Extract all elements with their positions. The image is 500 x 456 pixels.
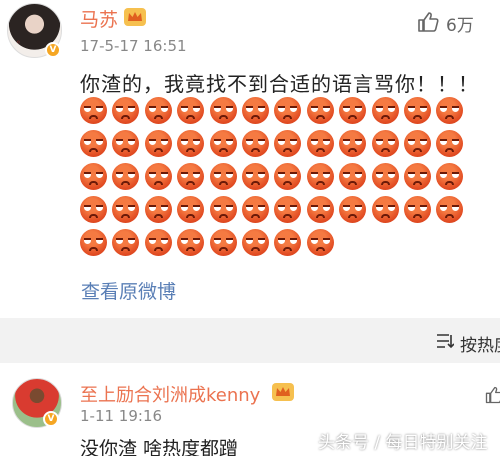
sort-bar: [0, 318, 500, 363]
post-timestamp: 17-5-17 16:51: [80, 37, 187, 55]
angry-face-emoji: [339, 196, 367, 223]
angry-face-emoji: [306, 229, 334, 256]
angry-face-emoji: [80, 163, 107, 190]
angry-face-emoji: [306, 97, 334, 124]
angry-face-emoji: [112, 130, 140, 157]
angry-face-emoji: [436, 130, 464, 157]
like-count: 6万: [446, 16, 474, 36]
sort-by-hot-button[interactable]: 按热度: [460, 331, 500, 356]
angry-face-emoji: [404, 130, 431, 157]
angry-face-emoji: [112, 229, 140, 256]
emoji-grid: [80, 97, 480, 262]
angry-face-emoji: [209, 229, 237, 256]
angry-face-emoji: [339, 97, 367, 124]
crown-badge-icon: [272, 383, 294, 401]
angry-face-emoji: [242, 196, 269, 223]
watermark: 头条号 / 每日特别关注: [318, 433, 488, 453]
angry-face-emoji: [436, 196, 464, 223]
like-icon[interactable]: [484, 385, 500, 405]
angry-face-emoji: [306, 196, 334, 223]
angry-face-emoji: [274, 163, 302, 190]
angry-face-emoji: [339, 163, 367, 190]
angry-face-emoji: [144, 196, 172, 223]
angry-face-emoji: [371, 163, 399, 190]
angry-face-emoji: [112, 97, 140, 124]
angry-face-emoji: [177, 196, 205, 223]
emoji-row: [80, 97, 480, 130]
angry-face-emoji: [274, 97, 302, 124]
angry-face-emoji: [339, 130, 367, 157]
emoji-row: [80, 130, 480, 163]
angry-face-emoji: [404, 163, 431, 190]
like-icon[interactable]: [416, 10, 440, 34]
angry-face-emoji: [177, 163, 205, 190]
angry-face-emoji: [371, 130, 399, 157]
angry-face-emoji: [306, 163, 334, 190]
angry-face-emoji: [306, 130, 334, 157]
post-content: 你渣的，我竟找不到合适的语言骂你！！！: [80, 72, 479, 96]
angry-face-emoji: [436, 163, 464, 190]
angry-face-emoji: [209, 196, 237, 223]
angry-face-emoji: [177, 229, 205, 256]
emoji-row: [80, 163, 480, 196]
angry-face-emoji: [80, 196, 107, 223]
angry-face-emoji: [112, 163, 140, 190]
angry-face-emoji: [209, 130, 237, 157]
angry-face-emoji: [242, 229, 269, 256]
angry-face-emoji: [436, 97, 464, 124]
commenter-username[interactable]: 至上励合刘洲成kenny: [80, 381, 260, 407]
angry-face-emoji: [371, 196, 399, 223]
emoji-row: [80, 229, 480, 262]
angry-face-emoji: [404, 196, 431, 223]
angry-face-emoji: [80, 229, 107, 256]
weibo-post: ◦ V 马苏 17-5-17 16:51 6万 你渣的，我竟找不到合适的语言骂你…: [0, 0, 500, 318]
verified-badge-icon: V: [43, 411, 59, 427]
angry-face-emoji: [144, 97, 172, 124]
angry-face-emoji: [371, 97, 399, 124]
angry-face-emoji: [80, 97, 107, 124]
angry-face-emoji: [112, 196, 140, 223]
angry-face-emoji: [274, 196, 302, 223]
angry-face-emoji: [242, 163, 269, 190]
angry-face-emoji: [274, 130, 302, 157]
verified-badge-icon: V: [45, 42, 61, 58]
angry-face-emoji: [242, 130, 269, 157]
angry-face-emoji: [242, 97, 269, 124]
angry-face-emoji: [144, 130, 172, 157]
angry-face-emoji: [80, 130, 107, 157]
crown-badge-icon: [124, 8, 146, 26]
angry-face-emoji: [177, 97, 205, 124]
angry-face-emoji: [209, 97, 237, 124]
angry-face-emoji: [404, 97, 431, 124]
sort-icon[interactable]: [436, 333, 454, 349]
angry-face-emoji: [274, 229, 302, 256]
angry-face-emoji: [144, 163, 172, 190]
comment-timestamp: 1-11 19:16: [80, 407, 163, 425]
angry-face-emoji: [144, 229, 172, 256]
poster-username[interactable]: 马苏: [80, 5, 118, 32]
angry-face-emoji: [209, 163, 237, 190]
angry-face-emoji: [177, 130, 205, 157]
comment-content: 没你渣 啥热度都蹭: [80, 438, 239, 456]
view-original-link[interactable]: 查看原微博: [81, 277, 176, 304]
emoji-row: [80, 196, 480, 229]
